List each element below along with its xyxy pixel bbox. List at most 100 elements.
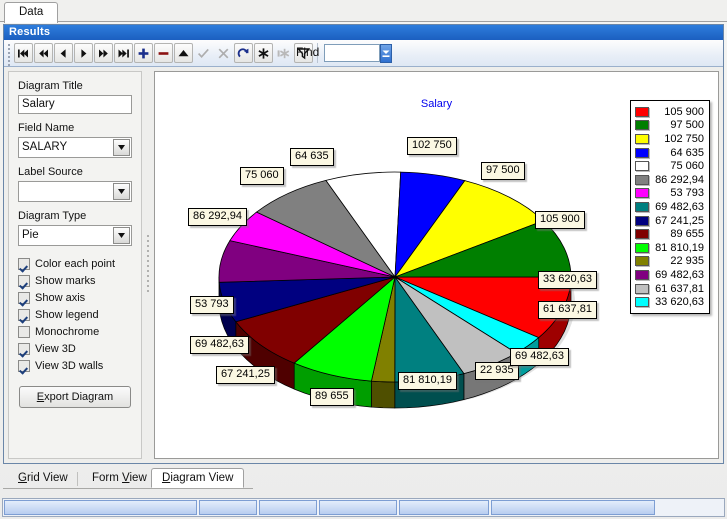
legend-label: 64 635 <box>655 147 704 159</box>
checkbox-checked-icon[interactable] <box>18 275 30 287</box>
checkbox-unchecked-icon[interactable] <box>18 326 30 338</box>
label-source-combo[interactable] <box>18 181 132 202</box>
next-page-button[interactable] <box>94 43 113 63</box>
checkbox-label: Show marks <box>35 275 96 287</box>
checkbox-label: View 3D <box>35 343 76 355</box>
checkbox-label: Color each point <box>35 258 115 270</box>
goto-bookmark-button[interactable] <box>274 43 293 63</box>
legend-item: 86 292,94 <box>635 173 704 187</box>
pie-slice-mark: 86 292,94 <box>188 208 247 226</box>
legend-color-swatch <box>635 202 649 212</box>
checkbox-checked-icon[interactable] <box>18 343 30 355</box>
legend-label: 86 292,94 <box>655 174 704 186</box>
find-input[interactable] <box>324 44 380 62</box>
checkbox-checked-icon[interactable] <box>18 360 30 372</box>
legend-item: 81 810,19 <box>635 241 704 255</box>
legend-label: 33 620,63 <box>655 296 704 308</box>
insert-record-button[interactable] <box>134 43 153 63</box>
legend-color-swatch <box>635 297 649 307</box>
export-diagram-button[interactable]: Export Diagram <box>19 386 131 408</box>
field-name-value: SALARY <box>22 141 67 153</box>
legend-item: 64 635 <box>635 146 704 160</box>
pie-slice-mark: 97 500 <box>481 162 525 180</box>
diagram-type-label: Diagram Type <box>18 210 132 222</box>
find-dropdown-button[interactable] <box>380 44 392 63</box>
pie-slice-mark: 69 482,63 <box>190 336 249 354</box>
status-bar <box>2 498 725 517</box>
diagram-options-checkbox-list: Color each point Show marks Show axisShow … <box>18 255 141 374</box>
legend-label: 105 900 <box>655 106 704 118</box>
status-panel <box>4 500 197 515</box>
pie-slice-mark: 67 241,25 <box>216 366 275 384</box>
diagram-options-panel: Diagram Title Salary Field Name SALARY L… <box>8 71 142 459</box>
diagram-type-combo[interactable]: Pie <box>18 225 132 246</box>
checkbox-checked-icon[interactable] <box>18 309 30 321</box>
diagram-type-group: Diagram Type Pie <box>18 210 132 246</box>
diagram-title-input[interactable]: Salary <box>18 95 132 114</box>
checkbox-row[interactable]: View 3D walls <box>18 357 141 374</box>
status-panel <box>491 500 655 515</box>
status-panel <box>259 500 317 515</box>
view-tab-underline <box>3 488 253 489</box>
tab-grid-view[interactable]: Grid View <box>7 468 79 488</box>
navigator-toolbar: Find <box>4 40 723 67</box>
set-bookmark-button[interactable] <box>254 43 273 63</box>
last-record-button[interactable] <box>114 43 133 63</box>
find-label: Find <box>296 45 319 59</box>
pie-slice-mark: 102 750 <box>407 137 457 155</box>
field-name-group: Field Name SALARY <box>18 122 132 158</box>
next-record-button[interactable] <box>74 43 93 63</box>
chevron-down-icon[interactable] <box>113 139 130 156</box>
edit-record-button[interactable] <box>174 43 193 63</box>
legend-item: 75 060 <box>635 159 704 173</box>
tab-diagram-view[interactable]: Diagram View <box>151 468 244 488</box>
panel-splitter[interactable] <box>144 71 153 459</box>
checkbox-row[interactable]: View 3D <box>18 340 141 357</box>
legend-label: 102 750 <box>655 133 704 145</box>
pie-slice-mark: 64 635 <box>290 148 334 166</box>
tab-form-view[interactable]: Form View <box>81 468 158 488</box>
legend-label: 53 793 <box>655 187 704 199</box>
checkbox-row[interactable]: Show legend <box>18 306 141 323</box>
legend-item: 89 655 <box>635 227 704 241</box>
toolbar-grip[interactable] <box>7 44 11 62</box>
delete-record-button[interactable] <box>154 43 173 63</box>
legend-label: 61 637,81 <box>655 283 704 295</box>
tab-data[interactable]: Data <box>4 2 58 23</box>
legend-color-swatch <box>635 256 649 266</box>
view-tab-strip: Grid View Form View Diagram View <box>3 466 724 490</box>
pie-slice-mark: 81 810,19 <box>398 372 457 390</box>
checkbox-checked-icon[interactable] <box>18 292 30 304</box>
post-edit-button[interactable] <box>194 43 213 63</box>
checkbox-label: View 3D walls <box>35 360 103 372</box>
results-body: Diagram Title Salary Field Name SALARY L… <box>4 67 723 463</box>
cancel-edit-button[interactable] <box>214 43 233 63</box>
checkbox-row[interactable]: Show axis <box>18 289 141 306</box>
legend-label: 81 810,19 <box>655 242 704 254</box>
legend-item: 33 620,63 <box>635 295 704 309</box>
diagram-title-group: Diagram Title Salary <box>18 80 132 114</box>
legend-item: 102 750 <box>635 132 704 146</box>
refresh-button[interactable] <box>234 43 253 63</box>
checkbox-checked-icon[interactable] <box>18 258 30 270</box>
chevron-down-icon[interactable] <box>113 183 130 200</box>
checkbox-row[interactable]: Color each point <box>18 255 141 272</box>
legend-label: 67 241,25 <box>655 215 704 227</box>
splitter-grip <box>147 235 149 295</box>
tab-form-view-label: Form View <box>92 472 147 484</box>
chevron-down-icon[interactable] <box>113 227 130 244</box>
status-panel <box>319 500 397 515</box>
prior-page-button[interactable] <box>34 43 53 63</box>
legend-color-swatch <box>635 188 649 198</box>
prior-record-button[interactable] <box>54 43 73 63</box>
checkbox-row[interactable]: Show marks <box>18 272 141 289</box>
pie-slice-mark: 69 482,63 <box>510 348 569 366</box>
legend-color-swatch <box>635 270 649 280</box>
legend-color-swatch <box>635 229 649 239</box>
status-panel <box>399 500 489 515</box>
legend-color-swatch <box>635 120 649 130</box>
checkbox-row[interactable]: Monochrome <box>18 323 141 340</box>
first-record-button[interactable] <box>14 43 33 63</box>
label-source-label: Label Source <box>18 166 132 178</box>
field-name-combo[interactable]: SALARY <box>18 137 132 158</box>
